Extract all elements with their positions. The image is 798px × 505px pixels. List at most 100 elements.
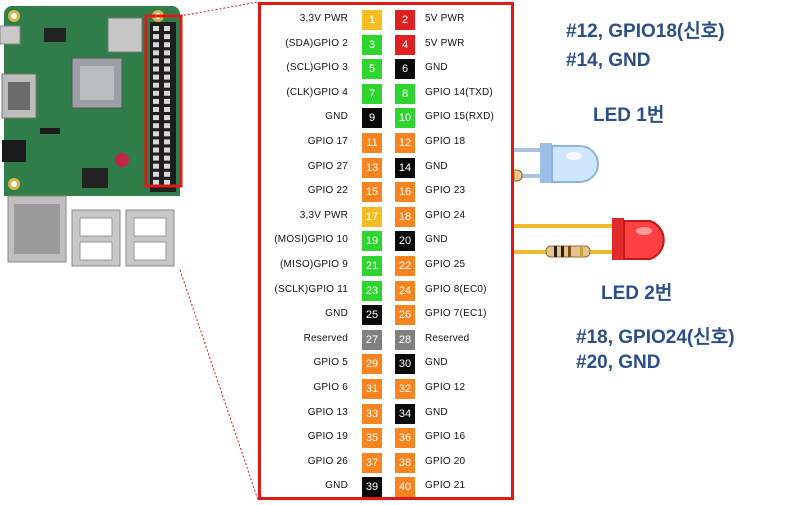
pin-label-right: GND <box>425 160 448 172</box>
pin-number-even: 38 <box>395 452 415 473</box>
led1-icon <box>540 143 599 183</box>
pin-row: (SCLK)GPIO 11 23 24 GPIO 8(EC0) <box>261 280 511 302</box>
pin-row: GPIO 27 13 14 GND <box>261 157 511 179</box>
pin-label-right: GPIO 15(RXD) <box>425 111 495 123</box>
pin-label-left: GPIO 22 <box>307 185 348 197</box>
led1-pin-note-1: #12, GPIO18(신호) <box>566 21 725 42</box>
pin-number-even: 10 <box>395 108 415 129</box>
pin-number-even: 20 <box>395 231 415 252</box>
pin-row: GND 9 10 GPIO 15(RXD) <box>261 107 511 129</box>
gpio-pinout-table: 3,3V PWR 1 2 5V PWR (SDA)GPIO 2 3 4 5V PWR (SCL)… <box>258 2 514 500</box>
pin-label-left: GND <box>325 308 348 320</box>
pin-number-odd: 25 <box>362 305 382 326</box>
pin-number-odd: 39 <box>362 477 382 498</box>
pin-number-odd: 5 <box>362 59 382 80</box>
pin-row: (CLK)GPIO 4 7 8 GPIO 14(TXD) <box>261 83 511 105</box>
pin-label-right: GPIO 20 <box>425 455 466 467</box>
pin-number-odd: 17 <box>362 206 382 227</box>
pin-number-odd: 9 <box>362 108 382 129</box>
pin-label-right: GPIO 24 <box>425 209 466 221</box>
pin-row: (SCL)GPIO 3 5 6 GND <box>261 58 511 80</box>
resistor <box>545 245 591 258</box>
pin-number-even: 14 <box>395 157 415 178</box>
pin-row: (MISO)GPIO 9 21 22 GPIO 25 <box>261 255 511 277</box>
pin-label-left: GND <box>325 111 348 123</box>
led2-label: LED 2번 <box>601 283 673 304</box>
pin-row: GPIO 26 37 38 GPIO 20 <box>261 452 511 474</box>
pin-label-left: GPIO 5 <box>313 357 348 369</box>
led2-icon <box>612 218 665 260</box>
led2-pin-note-2: #20, GND <box>576 352 661 373</box>
pin-label-left: GPIO 6 <box>313 382 348 393</box>
pin-number-even: 24 <box>395 280 415 301</box>
pin-label-right: GPIO 12 <box>425 382 466 393</box>
led1-label: LED 1번 <box>593 105 665 126</box>
pin-number-even: 18 <box>395 206 415 227</box>
zoom-guide-line <box>179 269 259 501</box>
pin-label-right: GPIO 18 <box>425 136 466 147</box>
led2-pin-note-1: #18, GPIO24(신호) <box>576 327 735 348</box>
pin-number-even: 6 <box>395 59 415 80</box>
pin-number-odd: 1 <box>362 10 382 30</box>
pin-number-odd: 15 <box>362 182 382 203</box>
pin-row: (MOSI)GPIO 10 19 20 GND <box>261 230 511 252</box>
pin-label-right: Reserved <box>425 332 470 344</box>
pin-label-right: GPIO 8(EC0) <box>425 283 487 295</box>
pin-label-left: (SCLK)GPIO 11 <box>274 283 348 295</box>
pin-number-even: 36 <box>395 428 415 449</box>
pin-number-even: 8 <box>395 83 415 104</box>
pin-number-even: 26 <box>395 305 415 326</box>
zoom-guide-line <box>179 1 259 17</box>
pin-number-even: 32 <box>395 379 415 399</box>
pin-number-odd: 29 <box>362 354 382 375</box>
pin-number-odd: 23 <box>362 280 382 301</box>
pin-label-left: GPIO 17 <box>307 136 348 147</box>
pin-number-odd: 19 <box>362 231 382 252</box>
pin-row: GND 25 26 GPIO 7(EC1) <box>261 304 511 326</box>
pin-number-even: 28 <box>395 329 415 350</box>
pin-number-even: 12 <box>395 133 415 153</box>
led1-pin-note-2: #14, GND <box>566 50 651 71</box>
pin-number-odd: 35 <box>362 428 382 449</box>
pin-number-odd: 37 <box>362 452 382 473</box>
pin-label-left: (MISO)GPIO 9 <box>280 259 348 270</box>
pin-label-left: (SCL)GPIO 3 <box>286 62 348 74</box>
pin-label-left: GPIO 27 <box>307 160 348 172</box>
pin-number-even: 34 <box>395 403 415 424</box>
pin-row: GPIO 5 29 30 GND <box>261 353 511 375</box>
pin-number-odd: 13 <box>362 157 382 178</box>
pin-label-left: 3,3V PWR <box>299 209 348 221</box>
pin-label-left: GPIO 26 <box>307 455 348 467</box>
pin-label-left: (CLK)GPIO 4 <box>286 86 348 98</box>
pin-number-odd: 7 <box>362 83 382 104</box>
pin-row: GPIO 22 15 16 GPIO 23 <box>261 181 511 203</box>
pin-number-even: 40 <box>395 477 415 498</box>
pin-label-right: GND <box>425 62 448 74</box>
pin-row: GPIO 17 11 12 GPIO 18 <box>261 132 511 154</box>
pin-number-odd: 3 <box>362 34 382 55</box>
pin-label-right: GPIO 7(EC1) <box>425 308 487 320</box>
pin-label-right: GND <box>425 234 448 246</box>
pin-number-odd: 31 <box>362 379 382 399</box>
pin-number-odd: 27 <box>362 329 382 350</box>
pin-label-left: GPIO 19 <box>307 431 348 443</box>
pin-label-right: 5V PWR <box>425 37 465 49</box>
pin-label-left: (SDA)GPIO 2 <box>285 37 348 49</box>
pin-row: (SDA)GPIO 2 3 4 5V PWR <box>261 34 511 56</box>
pin-label-right: GPIO 21 <box>425 480 466 492</box>
pin-row: Reserved 27 28 Reserved <box>261 329 511 351</box>
pin-number-even: 22 <box>395 256 415 276</box>
pin-row: GPIO 6 31 32 GPIO 12 <box>261 378 511 400</box>
pin-number-even: 16 <box>395 182 415 203</box>
pin-label-left: GPIO 13 <box>307 406 348 418</box>
pin-number-odd: 11 <box>362 133 382 153</box>
pin-number-odd: 21 <box>362 256 382 276</box>
pin-number-odd: 33 <box>362 403 382 424</box>
pin-row: 3,3V PWR 1 2 5V PWR <box>261 9 511 31</box>
pin-label-left: GND <box>325 480 348 492</box>
pin-row: GPIO 19 35 36 GPIO 16 <box>261 427 511 449</box>
pin-label-left: 3,3V PWR <box>299 13 348 24</box>
pin-label-left: Reserved <box>303 332 348 344</box>
pin-label-right: GPIO 16 <box>425 431 466 443</box>
pin-label-right: GND <box>425 357 448 369</box>
